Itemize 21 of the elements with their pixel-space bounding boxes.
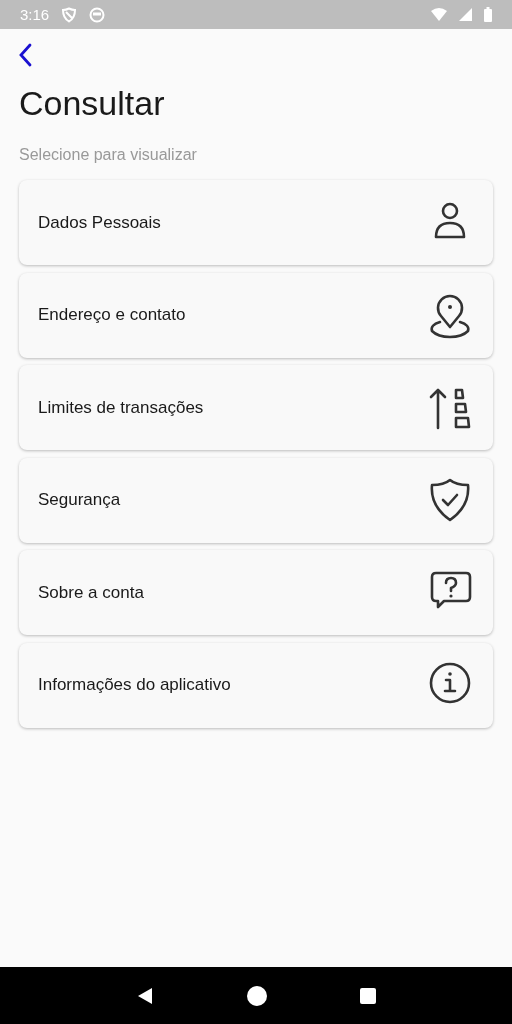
page-subtitle: Selecione para visualizar: [19, 145, 198, 165]
menu-card[interactable]: Segurança: [19, 457, 493, 543]
card-label: Segurança: [38, 490, 121, 510]
menu-card[interactable]: Dados Pessoais: [19, 180, 493, 265]
signal-icon: [459, 7, 472, 22]
card-label: Informações do aplicativo: [38, 675, 231, 695]
card-label: Limites de transações: [38, 397, 204, 418]
shield-icon: [61, 6, 78, 23]
menu-card[interactable]: Limites de transações: [19, 365, 493, 450]
card-label: Sobre a conta: [38, 582, 144, 603]
battery-icon: [484, 7, 492, 22]
wifi-icon: [431, 7, 447, 22]
menu-card[interactable]: Endereço e contato: [19, 272, 493, 358]
menu-card[interactable]: Sobre a conta: [19, 550, 493, 635]
home-nav-icon[interactable]: [246, 984, 268, 1007]
menu-card[interactable]: Informações do aplicativo: [19, 642, 493, 728]
card-label: Endereço e contato: [38, 305, 186, 325]
card-label: Dados Pessoais: [38, 212, 161, 233]
recents-nav-icon[interactable]: [358, 986, 377, 1005]
status-time: 3:16: [20, 6, 50, 23]
page-title: Consultar: [19, 83, 166, 123]
